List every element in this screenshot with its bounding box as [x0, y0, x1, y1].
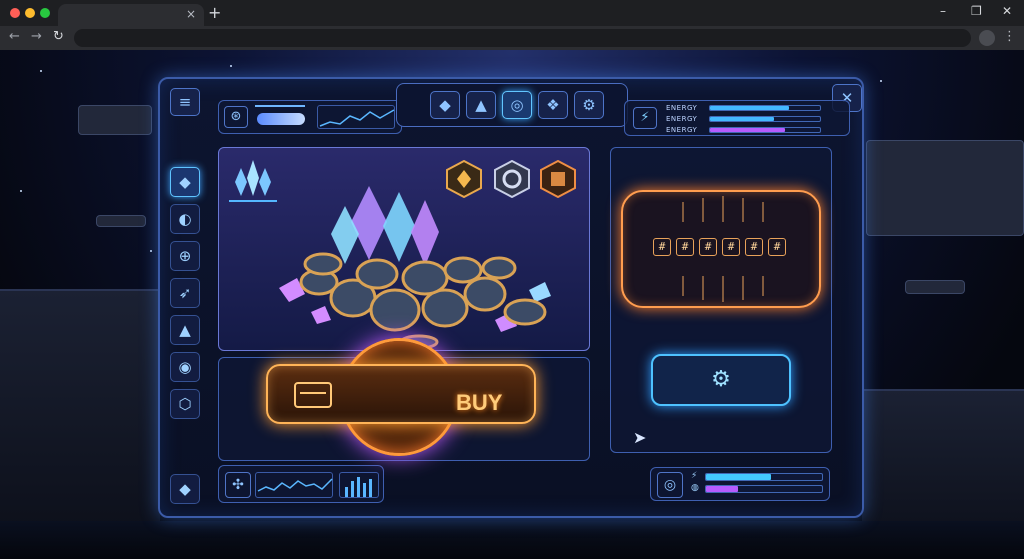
menu-icon[interactable]: ≡	[170, 88, 200, 116]
status-bar-fill	[706, 486, 739, 492]
energy-panel: ⚡ ENERGY ENERGY ENERGY	[624, 100, 850, 136]
sidebar-cube[interactable]: ⬡	[170, 389, 200, 419]
code-slot[interactable]: #	[768, 238, 786, 256]
mouse-cursor-icon: ➤	[633, 428, 647, 447]
energy-bar	[709, 105, 821, 111]
zoom-window-dot[interactable]	[40, 8, 50, 18]
energy-label: ENERGY	[666, 104, 698, 112]
code-slot[interactable]: #	[653, 238, 671, 256]
minimize-icon[interactable]: –	[940, 4, 946, 18]
spaceship-small	[96, 215, 146, 227]
minimize-window-dot[interactable]	[25, 8, 35, 18]
status-bar-fill	[706, 474, 771, 480]
code-slot[interactable]: #	[722, 238, 740, 256]
tab-crystals[interactable]: ◆	[430, 91, 460, 119]
new-tab-icon[interactable]: +	[208, 3, 221, 22]
code-slot[interactable]: #	[699, 238, 717, 256]
sidebar-planet[interactable]: ◐	[170, 204, 200, 234]
status-bar	[705, 485, 823, 493]
close-window-dot[interactable]	[10, 8, 20, 18]
bottom-right-panel: ◎ ⚡ ◍	[650, 467, 830, 501]
settings-gear-button[interactable]: ⚙	[651, 354, 791, 406]
energy-bar	[709, 127, 821, 133]
gear-icon: ◍	[691, 483, 699, 493]
close-icon[interactable]: ✕	[1002, 4, 1012, 18]
city-left	[0, 289, 160, 559]
spaceship-right	[866, 140, 1024, 236]
buy-label: BUY	[456, 390, 503, 415]
compass-icon: ✣	[225, 472, 251, 498]
wave-graph	[255, 472, 333, 498]
coin-pile	[279, 186, 551, 348]
forward-icon[interactable]: →	[31, 29, 42, 44]
sidebar-globe[interactable]: ⊕	[170, 241, 200, 271]
chip-icon: ⊛	[224, 106, 248, 128]
lightning-icon: ⚡	[691, 471, 698, 481]
ship-label-bar	[255, 105, 305, 107]
restore-icon[interactable]: ❐	[971, 4, 982, 18]
tab-globe[interactable]: ◎	[502, 91, 532, 119]
energy-bar	[709, 116, 821, 122]
energy-bar-fill	[710, 117, 774, 121]
code-panel: # # # # # # ⚙ ➤	[610, 147, 832, 453]
code-frame: # # # # # #	[621, 190, 821, 308]
tab-close-icon[interactable]: ×	[186, 7, 196, 21]
reload-icon[interactable]: ↻	[53, 29, 64, 44]
sidebar-ship[interactable]: ➶	[170, 278, 200, 308]
address-bar[interactable]	[74, 29, 971, 47]
spaceship-left	[78, 105, 152, 135]
lightning-icon: ⚡	[633, 107, 657, 129]
top-left-panel: ⊛	[218, 100, 402, 134]
tab-bar: × + – ❐ ✕	[0, 0, 1024, 26]
browser-toolbar: ← → ↻ ⋮	[0, 26, 1024, 50]
energy-bar-fill	[710, 106, 790, 110]
signal-graph	[317, 105, 395, 129]
sidebar-rocket[interactable]: ▲	[170, 315, 200, 345]
spaceship-distant	[905, 280, 965, 294]
top-tab-bar: ◆ ▲ ◎ ❖ ⚙	[396, 83, 628, 127]
back-icon[interactable]: ←	[9, 29, 20, 44]
browser-menu-icon[interactable]: ⋮	[1003, 29, 1016, 44]
status-bar	[705, 473, 823, 481]
browser-tab[interactable]: ×	[58, 4, 204, 26]
tab-rocket[interactable]: ▲	[466, 91, 496, 119]
card-icon	[294, 382, 332, 408]
energy-label: ENERGY	[666, 115, 698, 123]
tab-settings[interactable]: ⚙	[574, 91, 604, 119]
tab-wings[interactable]: ❖	[538, 91, 568, 119]
bottom-left-panel: ✣	[218, 465, 384, 503]
game-window: ≡ ✕ ⊛ ◆ ▲ ◎ ❖ ⚙ ⚡ ENERGY ENERGY ENERGY ◆ ◐ ⊕ ➶ ▲ ◉ ⬡…	[158, 77, 864, 518]
energy-label: ENERGY	[666, 126, 698, 134]
energy-bar-fill	[710, 128, 785, 132]
sidebar-crystals[interactable]: ◆	[170, 167, 200, 197]
floor	[0, 521, 1024, 559]
bar-graph	[339, 472, 379, 498]
sidebar-bottom-icon[interactable]: ◆	[170, 474, 200, 504]
profile-avatar[interactable]	[979, 30, 995, 46]
code-slot[interactable]: #	[745, 238, 763, 256]
target-icon: ◎	[657, 472, 683, 498]
ship-icon	[257, 113, 305, 125]
sidebar-orbit[interactable]: ◉	[170, 352, 200, 382]
item-showcase	[218, 147, 590, 351]
code-slot[interactable]: #	[676, 238, 694, 256]
